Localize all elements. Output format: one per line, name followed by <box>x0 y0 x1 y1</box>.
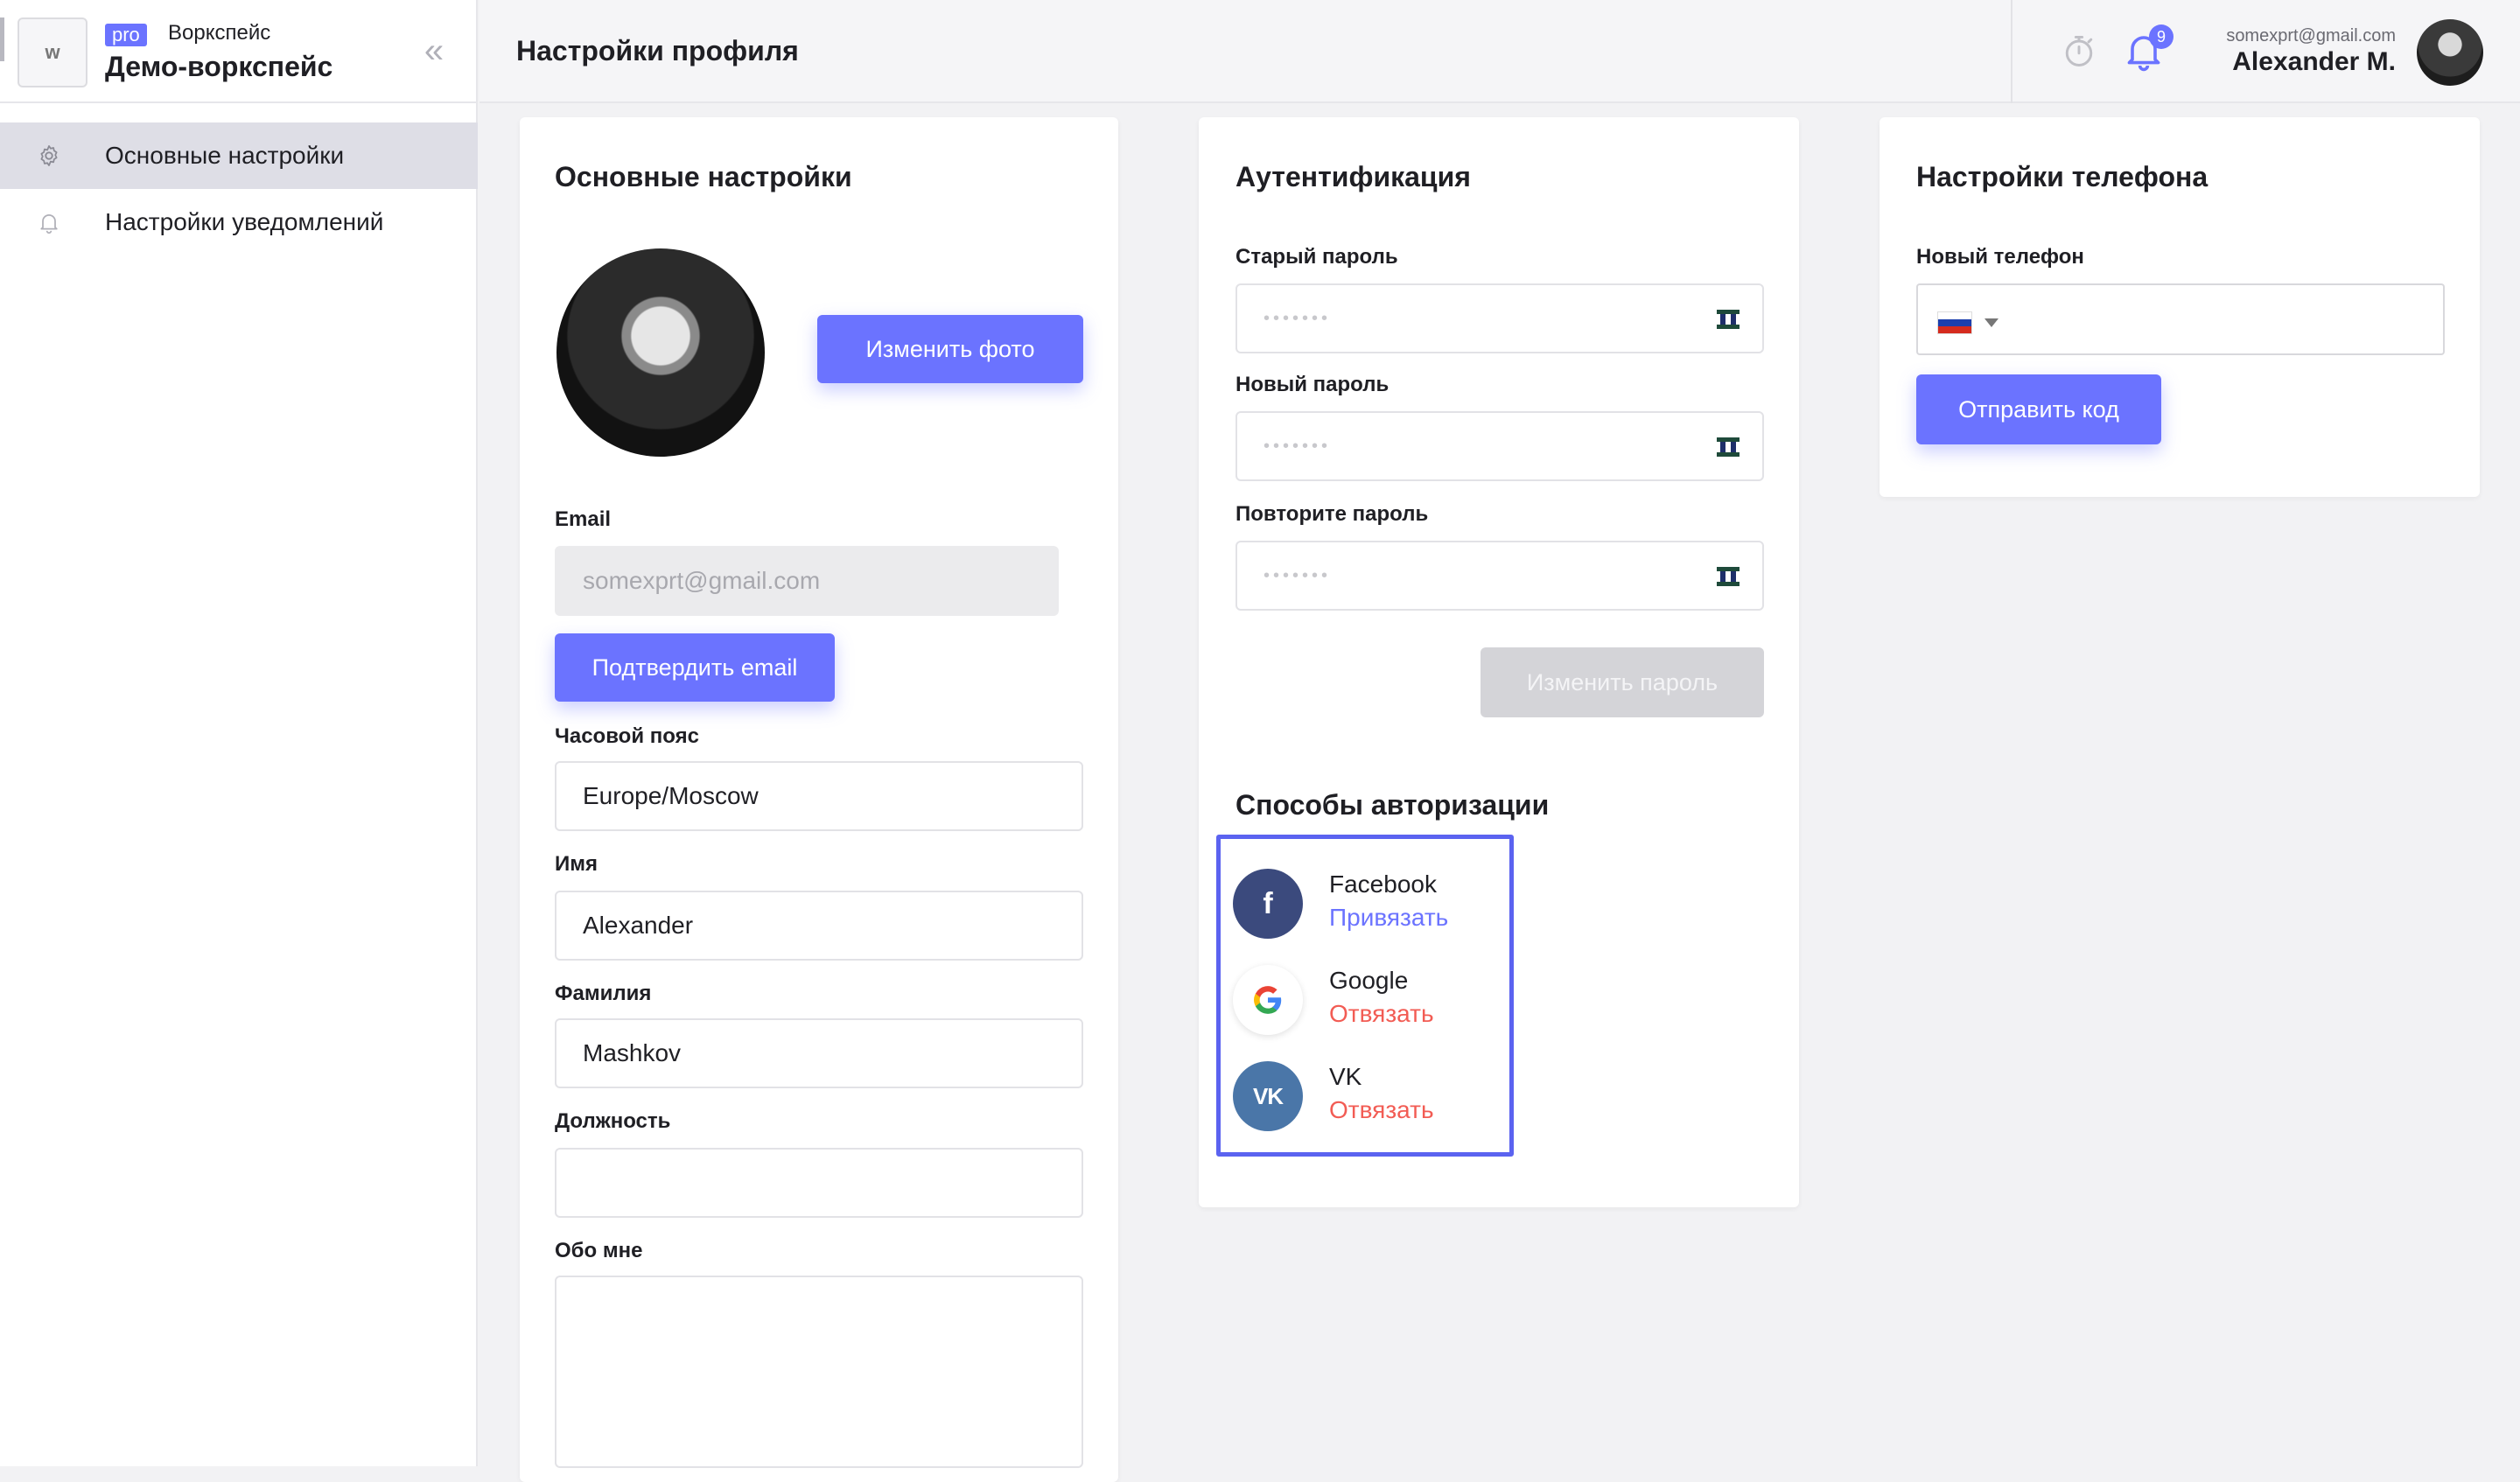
ru-flag-icon[interactable] <box>1937 311 1972 334</box>
auth-method-name: Facebook <box>1329 870 1437 898</box>
bell-icon <box>40 213 58 234</box>
workspace-logo: w <box>18 17 88 87</box>
confirm-email-button[interactable]: Подтвердить email <box>555 633 835 702</box>
auth-methods-list: f Facebook Привязать Google Отвязать VK … <box>1216 835 1514 1157</box>
show-password-icon[interactable] <box>1715 436 1741 458</box>
last-name-input[interactable]: Mashkov <box>555 1018 1083 1088</box>
page-title: Настройки профиля <box>516 35 799 66</box>
auth-methods-title: Способы авторизации <box>1236 789 1550 821</box>
sidebar: w pro Воркспейс Демо-воркспейс « Основны… <box>0 0 478 1466</box>
sidebar-item-label: Настройки уведомлений <box>105 208 384 235</box>
show-password-icon[interactable] <box>1715 308 1741 331</box>
stopwatch-icon[interactable] <box>2060 31 2098 70</box>
old-password-label: Старый пароль <box>1236 245 1398 269</box>
authentication-title: Аутентификация <box>1236 161 1471 192</box>
old-password-input[interactable]: ••••••• <box>1236 283 1764 353</box>
top-bar: Настройки профиля 9 somexprt@gmail.com A… <box>480 0 2520 103</box>
change-photo-button[interactable]: Изменить фото <box>817 315 1083 383</box>
vk-icon: VK <box>1233 1061 1303 1131</box>
password-mask: ••••••• <box>1264 308 1332 328</box>
auth-method-facebook: f Facebook Привязать <box>1233 858 1504 946</box>
pro-badge: pro <box>105 24 147 46</box>
auth-method-name: Google <box>1329 967 1409 994</box>
workspace-subtitle: Воркспейс <box>168 21 271 45</box>
first-name-input[interactable]: Alexander <box>555 891 1083 961</box>
about-textarea[interactable] <box>555 1276 1083 1468</box>
phone-settings-title: Настройки телефона <box>1916 161 2208 192</box>
new-phone-label: Новый телефон <box>1916 245 2084 269</box>
repeat-password-label: Повторите пароль <box>1236 502 1429 526</box>
email-label: Email <box>555 507 612 531</box>
send-code-button[interactable]: Отправить код <box>1916 374 2161 444</box>
email-field: somexprt@gmail.com <box>555 546 1059 616</box>
sidebar-item-basic-settings[interactable]: Основные настройки <box>0 122 478 189</box>
google-icon <box>1233 965 1303 1035</box>
link-facebook-button[interactable]: Привязать <box>1329 904 1448 932</box>
show-password-icon[interactable] <box>1715 565 1741 588</box>
repeat-password-input[interactable]: ••••••• <box>1236 541 1764 611</box>
profile-photo <box>556 248 765 457</box>
auth-method-vk: VK VK Отвязать <box>1233 1051 1504 1138</box>
password-mask: ••••••• <box>1264 565 1332 585</box>
basic-settings-title: Основные настройки <box>555 161 852 192</box>
unlink-google-button[interactable]: Отвязать <box>1329 1000 1434 1028</box>
user-name[interactable]: Alexander M. <box>2232 47 2396 77</box>
notifications-badge: 9 <box>2149 24 2174 49</box>
last-name-label: Фамилия <box>555 982 652 1005</box>
basic-settings-card: Основные настройки Изменить фото Email s… <box>520 117 1118 1482</box>
timezone-select[interactable]: Europe/Moscow <box>555 761 1083 831</box>
avatar[interactable] <box>2417 19 2483 86</box>
password-mask: ••••••• <box>1264 436 1332 456</box>
workspace-edge-indicator <box>0 17 4 61</box>
first-name-label: Имя <box>555 852 598 876</box>
workspace-name: Демо-воркспейс <box>105 51 333 82</box>
timezone-label: Часовой пояс <box>555 724 699 748</box>
collapse-sidebar-icon[interactable]: « <box>416 33 452 68</box>
chevron-down-icon[interactable] <box>1984 318 1998 327</box>
gear-icon <box>40 145 58 166</box>
sidebar-item-label: Основные настройки <box>105 142 345 169</box>
top-divider <box>2011 0 2012 103</box>
position-label: Должность <box>555 1109 671 1133</box>
phone-input[interactable] <box>1916 283 2445 355</box>
sidebar-item-notification-settings[interactable]: Настройки уведомлений <box>0 189 478 255</box>
workspace-header[interactable]: w pro Воркспейс Демо-воркспейс « <box>0 0 478 103</box>
user-email: somexprt@gmail.com <box>2226 26 2396 45</box>
unlink-vk-button[interactable]: Отвязать <box>1329 1096 1434 1124</box>
facebook-icon: f <box>1233 869 1303 939</box>
position-input[interactable] <box>555 1148 1083 1218</box>
change-password-button[interactable]: Изменить пароль <box>1480 647 1764 717</box>
about-label: Обо мне <box>555 1239 643 1262</box>
new-password-label: Новый пароль <box>1236 373 1390 396</box>
auth-method-google: Google Отвязать <box>1233 954 1504 1042</box>
new-password-input[interactable]: ••••••• <box>1236 411 1764 481</box>
auth-method-name: VK <box>1329 1063 1362 1090</box>
